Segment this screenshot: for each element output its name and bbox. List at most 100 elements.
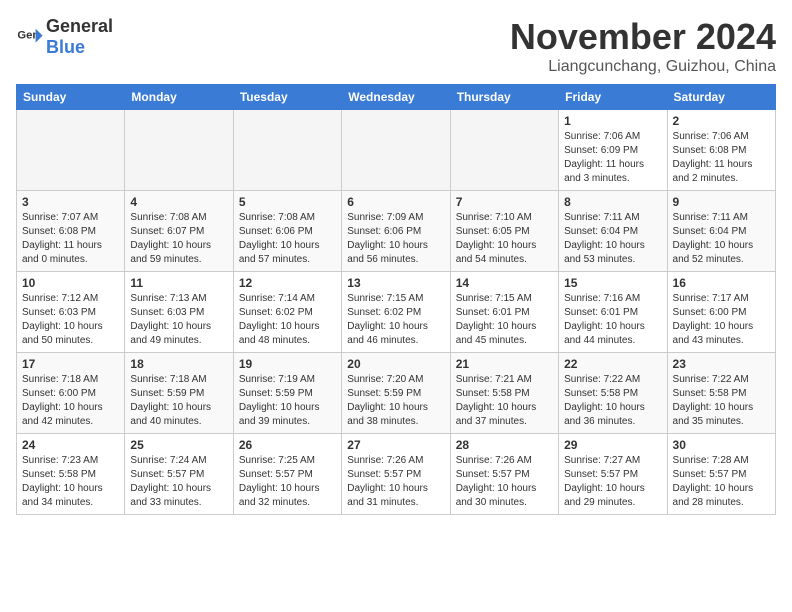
- calendar-cell: 1 Sunrise: 7:06 AMSunset: 6:09 PMDaylight…: [559, 110, 667, 191]
- calendar-cell: 7Sunrise: 7:10 AMSunset: 6:05 PMDaylight…: [450, 191, 558, 272]
- day-number: 10: [22, 276, 119, 290]
- calendar-cell: 24 Sunrise: 7:23 AMSunset: 5:58 PMDayligh…: [17, 434, 125, 515]
- day-number: 11: [130, 276, 227, 290]
- day-info: Sunrise: 7:07 AMSunset: 6:08 PMDaylight:…: [22, 211, 119, 267]
- day-number: 27: [347, 438, 444, 452]
- day-info: Sunrise: 7:06 AMSunset: 6:08 PMDaylight:…: [673, 130, 770, 186]
- weekday-header-saturday: Saturday: [667, 85, 775, 110]
- calendar-cell: 25 Sunrise: 7:24 AMSunset: 5:57 PMDayligh…: [125, 434, 233, 515]
- day-info: Sunrise: 7:08 AMSunset: 6:06 PMDaylight:…: [239, 211, 336, 267]
- day-number: 19: [239, 357, 336, 371]
- calendar-cell: 14 Sunrise: 7:15 AMSunset: 6:01 PMDayligh…: [450, 272, 558, 353]
- weekday-header-sunday: Sunday: [17, 85, 125, 110]
- calendar-cell: 27 Sunrise: 7:26 AMSunset: 5:57 PMDayligh…: [342, 434, 450, 515]
- day-info: Sunrise: 7:06 AMSunset: 6:09 PMDaylight:…: [564, 130, 661, 186]
- page-header: Gen General Blue November 2024 Liangcunc…: [16, 16, 776, 76]
- day-info: Sunrise: 7:28 AMSunset: 5:57 PMDaylight:…: [673, 454, 770, 510]
- day-number: 16: [673, 276, 770, 290]
- day-info: Sunrise: 7:24 AMSunset: 5:57 PMDaylight:…: [130, 454, 227, 510]
- title-area: November 2024 Liangcunchang, Guizhou, Ch…: [510, 16, 776, 76]
- day-info: Sunrise: 7:14 AMSunset: 6:02 PMDaylight:…: [239, 292, 336, 348]
- day-info: Sunrise: 7:20 AMSunset: 5:59 PMDaylight:…: [347, 373, 444, 429]
- day-number: 12: [239, 276, 336, 290]
- calendar-cell: [17, 110, 125, 191]
- day-info: Sunrise: 7:26 AMSunset: 5:57 PMDaylight:…: [347, 454, 444, 510]
- day-info: Sunrise: 7:25 AMSunset: 5:57 PMDaylight:…: [239, 454, 336, 510]
- calendar-cell: 12 Sunrise: 7:14 AMSunset: 6:02 PMDayligh…: [233, 272, 341, 353]
- day-number: 24: [22, 438, 119, 452]
- day-number: 22: [564, 357, 661, 371]
- logo: Gen General Blue: [16, 16, 113, 58]
- weekday-header-friday: Friday: [559, 85, 667, 110]
- calendar-cell: 30 Sunrise: 7:28 AMSunset: 5:57 PMDayligh…: [667, 434, 775, 515]
- calendar-cell: 29 Sunrise: 7:27 AMSunset: 5:57 PMDayligh…: [559, 434, 667, 515]
- calendar-cell: 28 Sunrise: 7:26 AMSunset: 5:57 PMDayligh…: [450, 434, 558, 515]
- calendar-week-row: 17 Sunrise: 7:18 AMSunset: 6:00 PMDayligh…: [17, 353, 776, 434]
- calendar-cell: 22 Sunrise: 7:22 AMSunset: 5:58 PMDayligh…: [559, 353, 667, 434]
- day-info: Sunrise: 7:15 AMSunset: 6:01 PMDaylight:…: [456, 292, 553, 348]
- day-info: Sunrise: 7:22 AMSunset: 5:58 PMDaylight:…: [673, 373, 770, 429]
- day-number: 23: [673, 357, 770, 371]
- calendar-cell: [342, 110, 450, 191]
- day-number: 17: [22, 357, 119, 371]
- day-number: 1: [564, 114, 661, 128]
- calendar-cell: 19 Sunrise: 7:19 AMSunset: 5:59 PMDayligh…: [233, 353, 341, 434]
- day-info: Sunrise: 7:18 AMSunset: 6:00 PMDaylight:…: [22, 373, 119, 429]
- day-info: Sunrise: 7:11 AMSunset: 6:04 PMDaylight:…: [673, 211, 770, 267]
- calendar-cell: [233, 110, 341, 191]
- day-number: 3: [22, 195, 119, 209]
- day-info: Sunrise: 7:16 AMSunset: 6:01 PMDaylight:…: [564, 292, 661, 348]
- day-number: 21: [456, 357, 553, 371]
- calendar-week-row: 3 Sunrise: 7:07 AMSunset: 6:08 PMDaylight…: [17, 191, 776, 272]
- day-info: Sunrise: 7:09 AMSunset: 6:06 PMDaylight:…: [347, 211, 444, 267]
- calendar-cell: 17 Sunrise: 7:18 AMSunset: 6:00 PMDayligh…: [17, 353, 125, 434]
- calendar-cell: 20 Sunrise: 7:20 AMSunset: 5:59 PMDayligh…: [342, 353, 450, 434]
- calendar-cell: 5Sunrise: 7:08 AMSunset: 6:06 PMDaylight…: [233, 191, 341, 272]
- logo-blue-text: Blue: [46, 37, 85, 57]
- weekday-header-tuesday: Tuesday: [233, 85, 341, 110]
- day-info: Sunrise: 7:15 AMSunset: 6:02 PMDaylight:…: [347, 292, 444, 348]
- calendar-cell: 18Sunrise: 7:18 AMSunset: 5:59 PMDayligh…: [125, 353, 233, 434]
- day-info: Sunrise: 7:22 AMSunset: 5:58 PMDaylight:…: [564, 373, 661, 429]
- day-number: 14: [456, 276, 553, 290]
- logo-icon: Gen: [16, 23, 44, 51]
- day-info: Sunrise: 7:19 AMSunset: 5:59 PMDaylight:…: [239, 373, 336, 429]
- calendar-cell: 13 Sunrise: 7:15 AMSunset: 6:02 PMDayligh…: [342, 272, 450, 353]
- day-info: Sunrise: 7:12 AMSunset: 6:03 PMDaylight:…: [22, 292, 119, 348]
- day-info: Sunrise: 7:18 AMSunset: 5:59 PMDaylight:…: [130, 373, 227, 429]
- day-number: 29: [564, 438, 661, 452]
- calendar-week-row: 10 Sunrise: 7:12 AMSunset: 6:03 PMDayligh…: [17, 272, 776, 353]
- day-number: 30: [673, 438, 770, 452]
- day-info: Sunrise: 7:23 AMSunset: 5:58 PMDaylight:…: [22, 454, 119, 510]
- day-number: 20: [347, 357, 444, 371]
- weekday-header-thursday: Thursday: [450, 85, 558, 110]
- calendar-cell: 15 Sunrise: 7:16 AMSunset: 6:01 PMDayligh…: [559, 272, 667, 353]
- day-number: 8: [564, 195, 661, 209]
- day-number: 4: [130, 195, 227, 209]
- calendar-cell: [450, 110, 558, 191]
- day-number: 25: [130, 438, 227, 452]
- calendar-week-row: 24 Sunrise: 7:23 AMSunset: 5:58 PMDayligh…: [17, 434, 776, 515]
- calendar-cell: 6 Sunrise: 7:09 AMSunset: 6:06 PMDaylight…: [342, 191, 450, 272]
- calendar-table: SundayMondayTuesdayWednesdayThursdayFrid…: [16, 84, 776, 515]
- calendar-week-row: 1 Sunrise: 7:06 AMSunset: 6:09 PMDaylight…: [17, 110, 776, 191]
- day-number: 28: [456, 438, 553, 452]
- day-info: Sunrise: 7:27 AMSunset: 5:57 PMDaylight:…: [564, 454, 661, 510]
- calendar-cell: 8 Sunrise: 7:11 AMSunset: 6:04 PMDaylight…: [559, 191, 667, 272]
- day-info: Sunrise: 7:26 AMSunset: 5:57 PMDaylight:…: [456, 454, 553, 510]
- day-number: 2: [673, 114, 770, 128]
- calendar-cell: 11Sunrise: 7:13 AMSunset: 6:03 PMDayligh…: [125, 272, 233, 353]
- day-number: 26: [239, 438, 336, 452]
- calendar-header-row: SundayMondayTuesdayWednesdayThursdayFrid…: [17, 85, 776, 110]
- calendar-cell: 16Sunrise: 7:17 AMSunset: 6:00 PMDayligh…: [667, 272, 775, 353]
- weekday-header-monday: Monday: [125, 85, 233, 110]
- day-number: 13: [347, 276, 444, 290]
- calendar-cell: 9Sunrise: 7:11 AMSunset: 6:04 PMDaylight…: [667, 191, 775, 272]
- calendar-cell: 4Sunrise: 7:08 AMSunset: 6:07 PMDaylight…: [125, 191, 233, 272]
- weekday-header-wednesday: Wednesday: [342, 85, 450, 110]
- day-info: Sunrise: 7:11 AMSunset: 6:04 PMDaylight:…: [564, 211, 661, 267]
- day-number: 15: [564, 276, 661, 290]
- day-number: 6: [347, 195, 444, 209]
- calendar-cell: 23 Sunrise: 7:22 AMSunset: 5:58 PMDayligh…: [667, 353, 775, 434]
- calendar-cell: [125, 110, 233, 191]
